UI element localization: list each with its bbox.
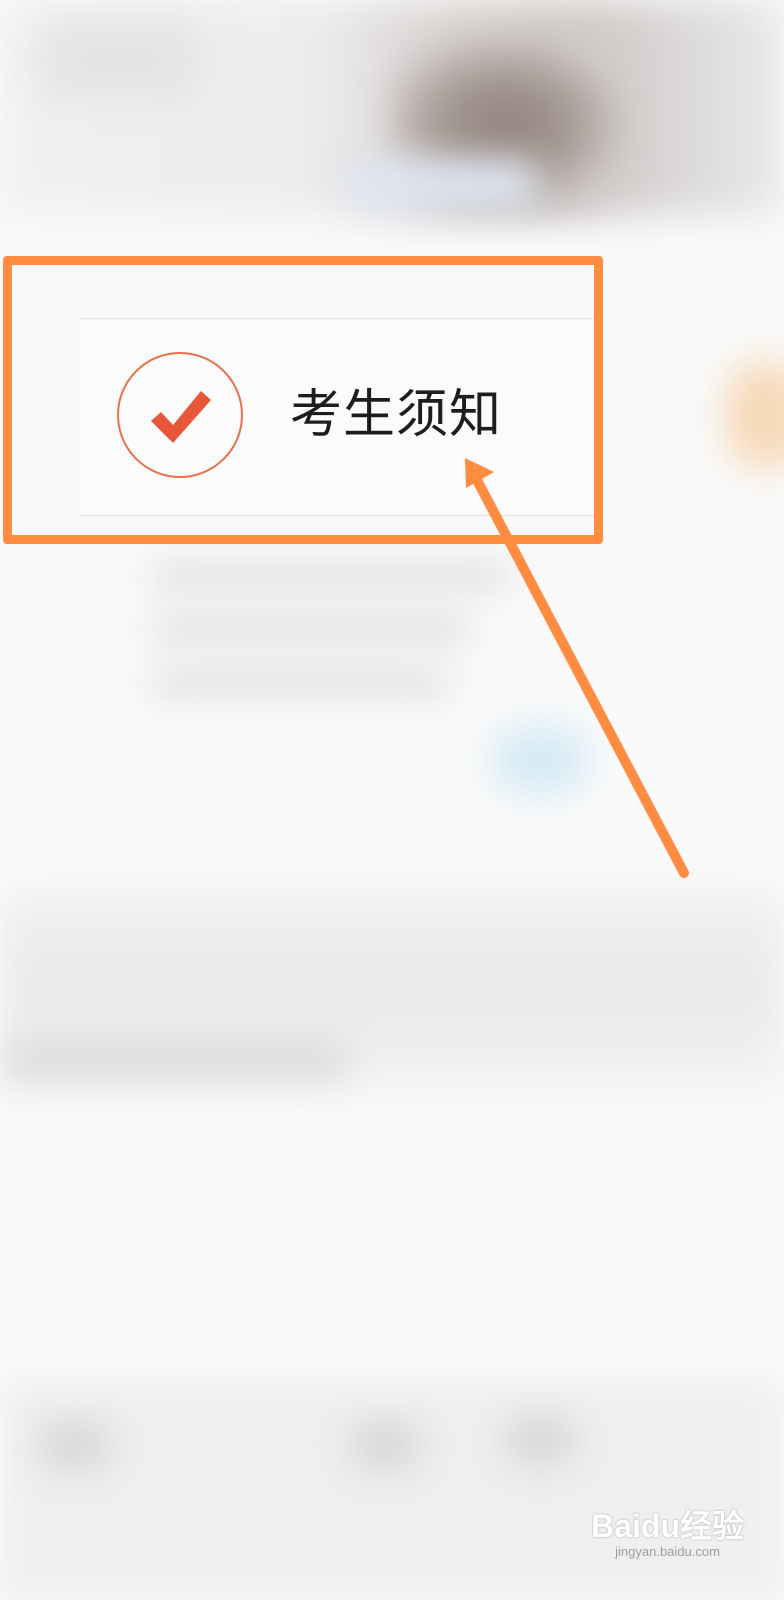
watermark-logo: Baidu经验 [591, 1508, 744, 1544]
baidu-watermark: Baidu经验 jingyan.baidu.com [591, 1508, 744, 1560]
screenshot-page: 考生须知 Baidu经验 jingyan.baidu.com [0, 0, 784, 1600]
watermark-url: jingyan.baidu.com [615, 1544, 720, 1559]
pointer-arrow-icon [465, 458, 689, 878]
